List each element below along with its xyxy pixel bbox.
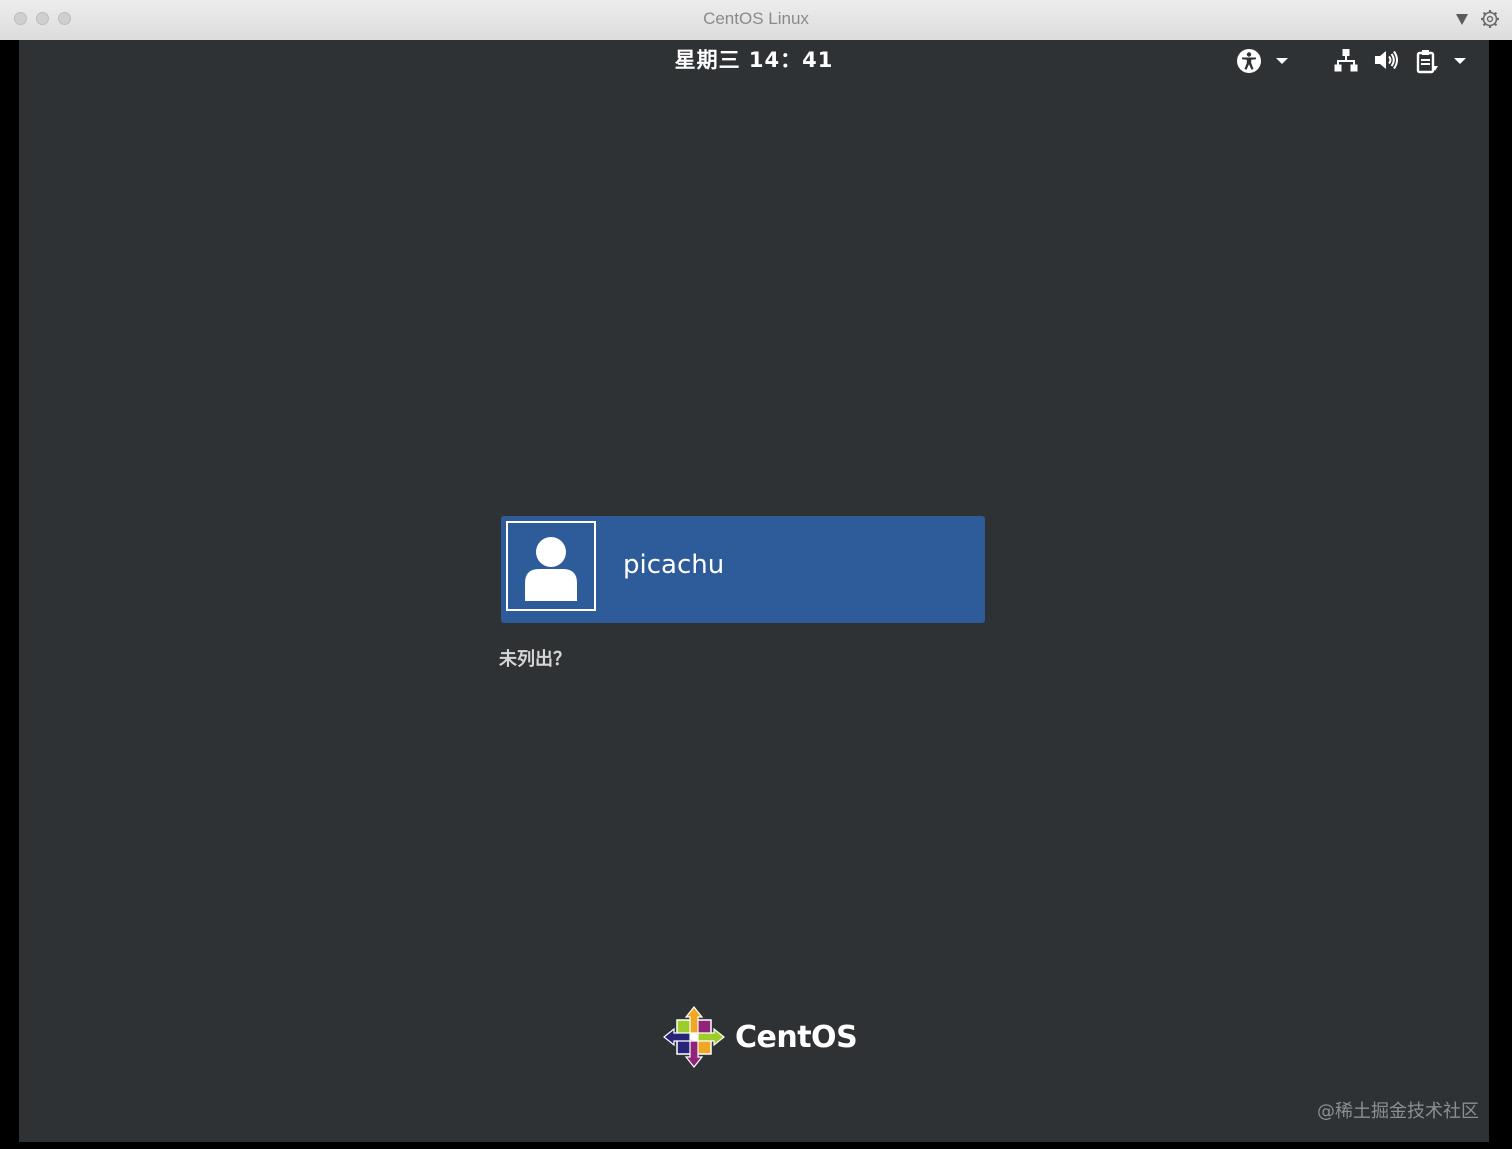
centos-logo-text: CentOS — [735, 1020, 858, 1055]
user-list-item[interactable]: picachu — [501, 516, 985, 623]
centos-logo-icon — [663, 1006, 725, 1068]
window-titlebar: CentOS Linux — [0, 0, 1512, 41]
dropdown-arrow-icon[interactable] — [1454, 10, 1470, 28]
chevron-down-icon[interactable] — [1453, 56, 1467, 66]
power-icon[interactable] — [1416, 48, 1440, 74]
gear-icon[interactable] — [1480, 9, 1500, 29]
avatar — [506, 521, 596, 611]
accessibility-icon[interactable] — [1236, 48, 1262, 74]
user-icon — [525, 537, 577, 601]
panel-clock[interactable]: 星期三 14：41 — [19, 44, 1489, 74]
volume-icon[interactable] — [1373, 48, 1399, 72]
window-title: CentOS Linux — [703, 9, 809, 28]
chevron-down-icon[interactable] — [1275, 56, 1289, 66]
vm-screen: 星期三 14：41 picachu 未列出？ CentOS @稀土掘金技术社区 — [0, 40, 1512, 1149]
watermark: @稀土掘金技术社区 — [1317, 1101, 1479, 1122]
not-listed-link[interactable]: 未列出？ — [499, 645, 571, 671]
login-screen: 星期三 14：41 picachu 未列出？ CentOS @稀土掘金技术社区 — [19, 40, 1489, 1142]
user-name: picachu — [623, 550, 725, 580]
network-icon[interactable] — [1334, 48, 1358, 72]
